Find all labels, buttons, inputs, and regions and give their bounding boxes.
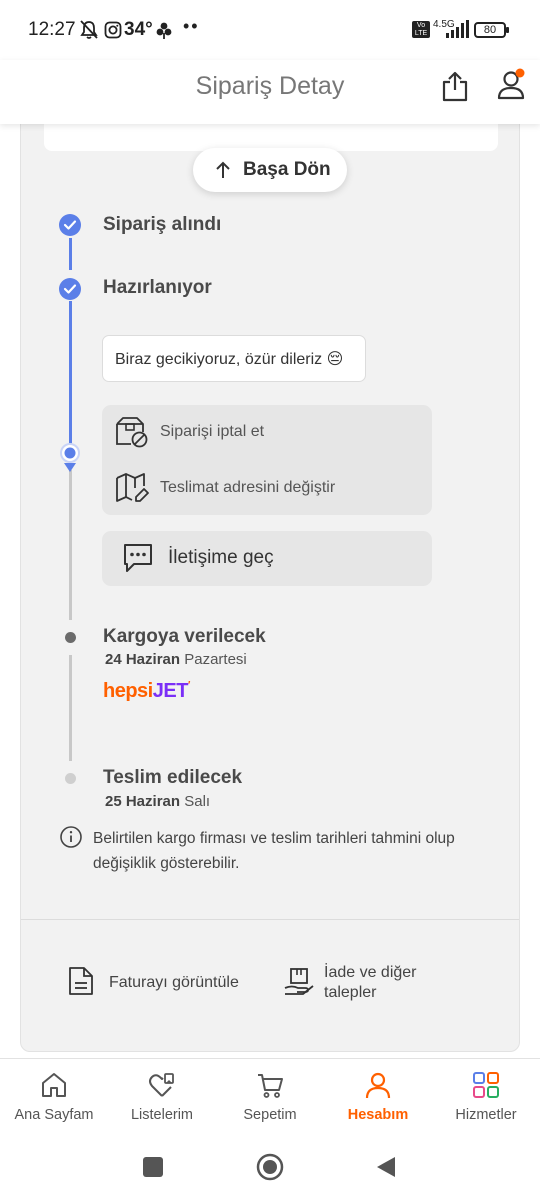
step-title: Kargoya verilecek <box>103 626 266 647</box>
contact-button[interactable]: İletişime geç <box>102 531 432 586</box>
weather-icon <box>155 20 173 40</box>
system-navigation-bar <box>0 1136 540 1200</box>
status-bar: 12:27 34° •• Vo LTE 4.5G 80 <box>0 0 540 60</box>
return-box-icon <box>283 966 315 998</box>
nav-item-cart[interactable]: Sepetim <box>216 1059 324 1137</box>
share-icon[interactable] <box>441 70 469 102</box>
return-requests-button[interactable]: İade ve diğer talepler <box>280 960 460 1008</box>
notification-muted-icon <box>80 20 98 40</box>
instagram-icon <box>104 21 122 39</box>
nav-label: Listelerim <box>130 1107 194 1123</box>
delay-message-bubble: Biraz gecikiyoruz, özür dileriz 😔 <box>102 335 366 382</box>
current-position-marker-icon <box>59 442 83 474</box>
return-requests-label: İade ve diğer talepler <box>324 963 417 1003</box>
battery-indicator: 80 <box>474 22 509 38</box>
step-date-weekday: Salı <box>184 793 211 810</box>
step-pending-dot <box>65 773 76 784</box>
account-icon[interactable] <box>496 68 526 100</box>
recent-apps-button[interactable] <box>143 1157 163 1177</box>
step-title: Teslim edilecek <box>103 767 243 788</box>
status-temperature: 34° <box>124 19 153 40</box>
home-button[interactable] <box>256 1153 284 1181</box>
step-pending-dot <box>65 632 76 643</box>
contact-label: İletişime geç <box>168 547 274 568</box>
info-note-text: Belirtilen kargo firması ve teslim tarih… <box>93 830 455 872</box>
nav-item-services[interactable]: Hizmetler <box>432 1059 540 1137</box>
app-header: Sipariş Detay <box>0 60 540 124</box>
return-requests-label-line2: talepler <box>324 984 377 1001</box>
step-done-check-icon <box>59 214 81 236</box>
nav-label: Ana Sayfam <box>14 1107 94 1123</box>
timeline-segment <box>69 655 72 761</box>
carrier-logo-mark: ′ <box>187 680 190 691</box>
screen: 12:27 34° •• Vo LTE 4.5G 80 Sipariş Detay <box>0 0 540 1200</box>
nav-label: Hizmetler <box>455 1107 517 1123</box>
step-date: 24 Haziran Pazartesi <box>105 651 247 668</box>
status-time: 12:27 <box>28 19 76 40</box>
chat-dots-icon <box>122 542 154 574</box>
timeline-segment <box>69 301 72 449</box>
order-actions-box: Siparişi iptal et Teslimat adresini deği… <box>102 405 432 515</box>
timeline-segment <box>69 238 72 270</box>
carrier-logo-part2: JET <box>152 680 189 702</box>
signal-icon <box>445 20 469 38</box>
services-grid-icon <box>472 1071 500 1099</box>
nav-label: Hesabım <box>347 1107 409 1123</box>
cancel-order-button[interactable]: Siparişi iptal et <box>102 405 432 460</box>
back-to-top-label: Başa Dön <box>243 159 331 180</box>
nav-item-home[interactable]: Ana Sayfam <box>0 1059 108 1137</box>
nav-label: Sepetim <box>243 1107 297 1123</box>
arrow-up-icon <box>215 160 231 180</box>
nav-item-lists[interactable]: Listelerim <box>108 1059 216 1137</box>
step-done-check-icon <box>59 278 81 300</box>
heart-list-icon <box>148 1071 176 1099</box>
card-divider <box>21 919 519 920</box>
bottom-navigation: Ana Sayfam Listelerim Sepetim Hesabım Hi… <box>0 1058 540 1136</box>
map-edit-icon <box>115 472 149 504</box>
change-address-label: Teslimat adresini değiştir <box>160 479 336 496</box>
step-title: Hazırlanıyor <box>103 277 212 298</box>
cancel-order-label: Siparişi iptal et <box>160 423 265 440</box>
change-address-button[interactable]: Teslimat adresini değiştir <box>102 460 432 515</box>
back-to-top-button[interactable]: Başa Dön <box>193 148 347 192</box>
step-date-day: 24 Haziran <box>105 651 181 668</box>
info-icon <box>59 825 83 849</box>
user-icon <box>364 1071 392 1099</box>
timeline-segment <box>69 470 72 620</box>
return-requests-label-line1: İade ve diğer <box>324 964 417 981</box>
back-button[interactable] <box>375 1155 397 1179</box>
invoice-icon <box>68 966 94 996</box>
home-icon <box>40 1071 68 1099</box>
step-date-day: 25 Haziran <box>105 793 181 810</box>
step-date-weekday: Pazartesi <box>184 651 247 668</box>
status-more-dots: •• <box>183 16 200 36</box>
carrier-logo: hepsiJET′ <box>103 680 190 703</box>
view-invoice-button[interactable]: Faturayı görüntüle <box>60 960 260 1004</box>
cart-icon <box>256 1071 284 1099</box>
nav-item-account[interactable]: Hesabım <box>324 1059 432 1137</box>
box-cancel-icon <box>115 416 149 448</box>
carrier-logo-part1: hepsi <box>103 680 153 702</box>
step-date: 25 Haziran Salı <box>105 793 210 810</box>
step-title: Sipariş alındı <box>103 214 222 235</box>
volte-icon: Vo LTE <box>412 21 430 38</box>
view-invoice-label: Faturayı görüntüle <box>109 974 239 991</box>
